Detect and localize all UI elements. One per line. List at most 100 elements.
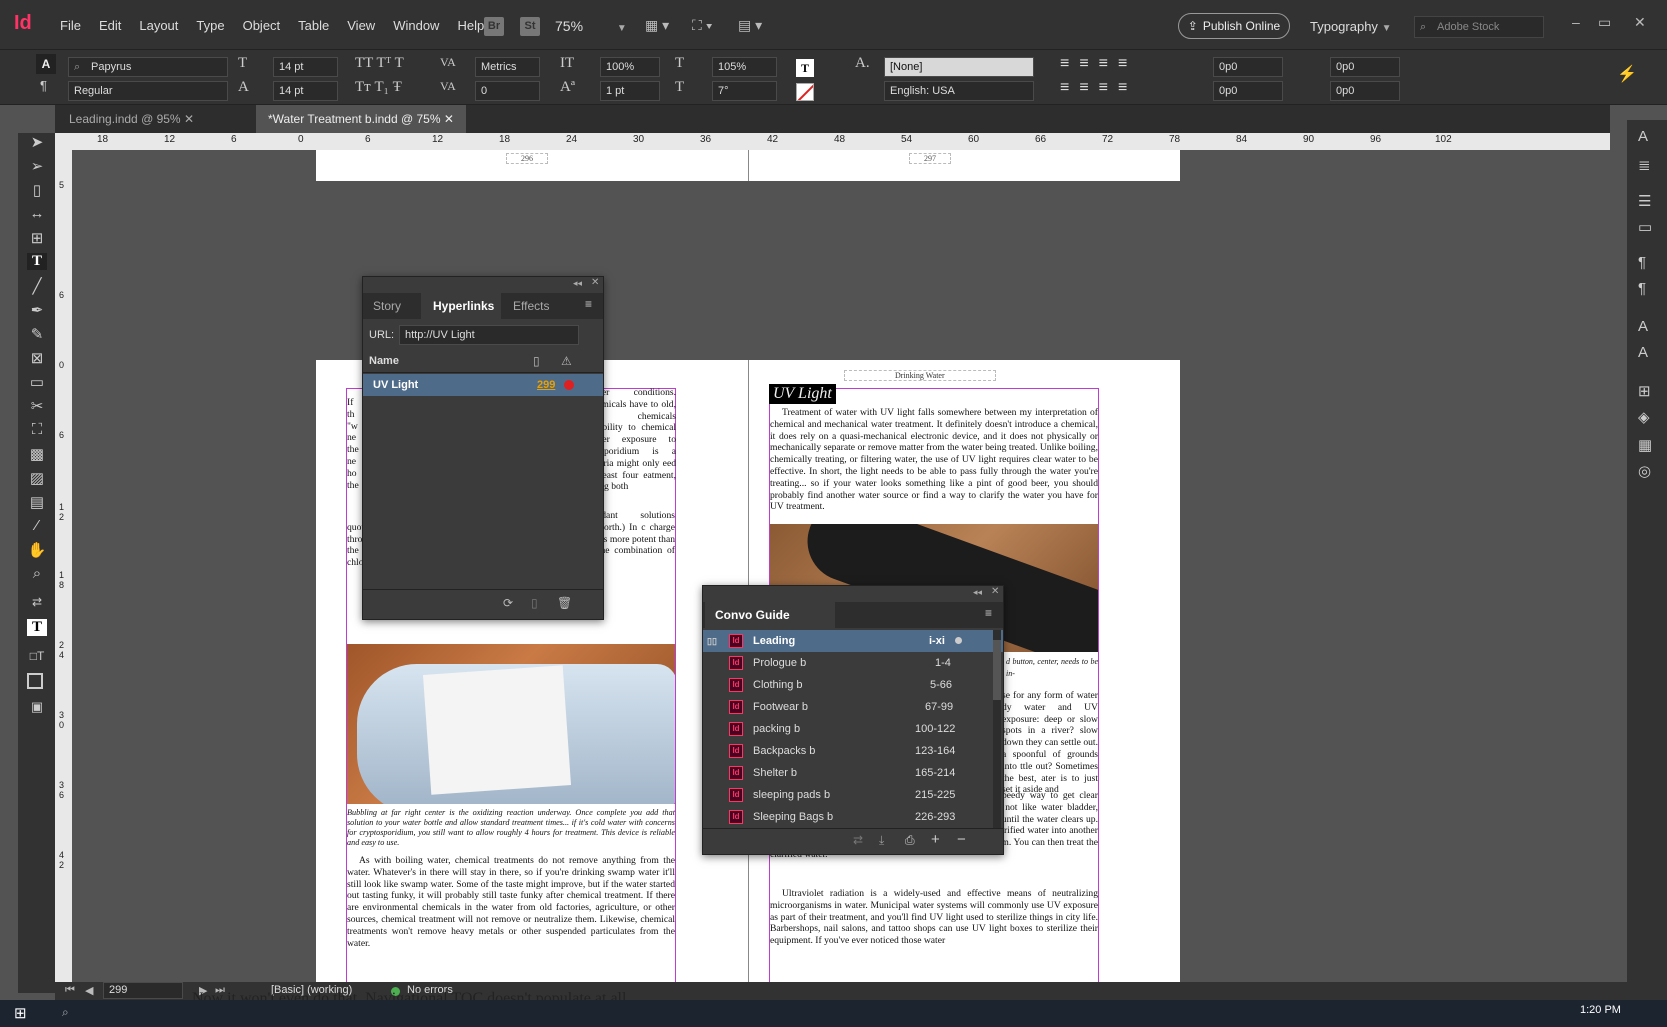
stock-search-input[interactable]: ⌕ Adobe Stock: [1414, 16, 1544, 38]
menu-window[interactable]: Window: [393, 18, 439, 33]
normal-mode-icon[interactable]: [27, 673, 43, 689]
menu-table[interactable]: Table: [298, 18, 329, 33]
book-doc-row[interactable]: Id Backpacks b 123-164: [703, 740, 1003, 762]
close-icon[interactable]: ✕: [591, 277, 599, 288]
book-doc-row[interactable]: Id packing b 100-122: [703, 718, 1003, 740]
publish-online-button[interactable]: ⇪ Publish Online: [1178, 13, 1290, 39]
menu-type[interactable]: Type: [196, 18, 224, 33]
vertical-scale-field[interactable]: 100%: [600, 57, 660, 77]
hyperlink-row[interactable]: UV Light 299: [363, 374, 603, 396]
arrange-documents-icon[interactable]: ▤ ▾: [738, 17, 762, 34]
book-doc-row[interactable]: Id Prologue b 1-4: [703, 652, 1003, 674]
all-caps-icon[interactable]: TT Tᵀ T: [355, 55, 404, 72]
selection-tool-icon[interactable]: ➤: [27, 133, 47, 151]
gap-tool-icon[interactable]: ↔: [27, 205, 47, 222]
scissors-tool-icon[interactable]: ✂: [27, 397, 47, 415]
story-icon[interactable]: ¶: [1638, 280, 1646, 297]
swatches-icon[interactable]: ▭: [1638, 218, 1652, 236]
close-icon[interactable]: ✕: [444, 112, 454, 126]
update-icon[interactable]: ⟳: [503, 596, 513, 610]
trash-icon[interactable]: 🗑: [557, 596, 572, 610]
note-tool-icon[interactable]: ▤: [27, 493, 47, 511]
horizontal-scale-field[interactable]: 105%: [712, 57, 777, 77]
type-tool-icon[interactable]: T: [27, 253, 47, 270]
add-document-icon[interactable]: +: [931, 831, 940, 848]
paragraph-controls-icon[interactable]: ¶: [40, 78, 47, 93]
book-scrollbar[interactable]: [993, 630, 1001, 828]
character-styles-icon[interactable]: A: [1638, 128, 1648, 145]
eyedropper-tool-icon[interactable]: ⁄: [27, 517, 47, 534]
uv-light-heading[interactable]: UV Light: [769, 384, 836, 404]
swap-fill-stroke-icon[interactable]: ⇄: [27, 595, 47, 609]
close-icon[interactable]: ✕: [991, 586, 999, 597]
tab-water-treatment[interactable]: *Water Treatment b.indd @ 75% ✕: [256, 105, 466, 133]
fill-swatch-icon[interactable]: T: [27, 619, 47, 636]
paragraph-icon[interactable]: ¶: [1638, 254, 1646, 271]
direct-selection-tool-icon[interactable]: ➢: [27, 157, 47, 175]
book-doc-row[interactable]: Id Clothing b 5-66: [703, 674, 1003, 696]
tracking-field[interactable]: 0: [475, 81, 540, 101]
minimize-button[interactable]: –: [1572, 14, 1580, 30]
tab-leading[interactable]: Leading.indd @ 95% ✕: [57, 105, 206, 133]
right-indent-field[interactable]: 0p0: [1330, 57, 1400, 77]
left-indent-field[interactable]: 0p0: [1213, 57, 1283, 77]
scroll-thumb[interactable]: [993, 640, 1001, 700]
panel-menu-icon[interactable]: ≡: [985, 606, 992, 620]
paragraph-styles-icon[interactable]: ≣: [1638, 156, 1651, 174]
book-doc-row[interactable]: ▯▯ Id Leading i-xi: [703, 630, 1003, 652]
leading-field[interactable]: 14 pt: [273, 81, 338, 101]
zoom-select[interactable]: 75% ▼: [555, 18, 627, 34]
column-name[interactable]: Name: [369, 355, 399, 367]
rectangle-tool-icon[interactable]: ▭: [27, 373, 47, 391]
stock-button[interactable]: St: [520, 17, 540, 36]
content-collector-icon[interactable]: ⊞: [27, 229, 47, 247]
windows-start-icon[interactable]: ⊞: [14, 1004, 27, 1022]
screen-mode-icon[interactable]: ▣: [27, 699, 47, 715]
font-size-field[interactable]: 14 pt: [273, 57, 338, 77]
remove-document-icon[interactable]: −: [957, 831, 966, 848]
language-field[interactable]: English: USA: [884, 81, 1034, 101]
screen-mode-icon[interactable]: ▦ ▾: [645, 17, 669, 34]
tab-story[interactable]: Story: [373, 293, 401, 319]
clock[interactable]: 1:20 PM: [1580, 1004, 1621, 1016]
character-icon[interactable]: A: [1638, 318, 1648, 335]
book-doc-row[interactable]: Id Shelter b 165-214: [703, 762, 1003, 784]
glyphs-icon[interactable]: A: [1638, 344, 1648, 361]
menu-edit[interactable]: Edit: [99, 18, 121, 33]
pencil-tool-icon[interactable]: ✎: [27, 325, 47, 343]
chemical-device-photo[interactable]: [347, 644, 675, 804]
font-style-field[interactable]: Regular: [68, 81, 228, 101]
page-number-field[interactable]: 299: [103, 982, 183, 999]
menu-layout[interactable]: Layout: [139, 18, 178, 33]
links-icon[interactable]: ▦: [1638, 436, 1652, 454]
baseline-shift-field[interactable]: 1 pt: [600, 81, 660, 101]
hand-tool-icon[interactable]: ✋: [27, 541, 47, 559]
document-canvas[interactable]: 296 297 water conditions. chemicals have…: [72, 150, 1610, 982]
menu-object[interactable]: Object: [243, 18, 281, 33]
character-controls-icon[interactable]: A: [36, 54, 56, 74]
stroke-none-swatch[interactable]: [796, 83, 814, 101]
align-buttons-top[interactable]: ≡≡≡≡: [1060, 55, 1137, 73]
close-icon[interactable]: ✕: [184, 112, 194, 126]
skew-field[interactable]: 7°: [712, 81, 777, 101]
menu-view[interactable]: View: [347, 18, 375, 33]
character-style-field[interactable]: [None]: [884, 57, 1034, 77]
book-doc-row[interactable]: Id Footwear b 67-99: [703, 696, 1003, 718]
view-options-icon[interactable]: ⛶ ▾: [692, 17, 713, 34]
book-icon[interactable]: ⊞: [1638, 382, 1651, 400]
book-doc-row[interactable]: Id Sleeping Bags b 226-293: [703, 806, 1003, 828]
align-buttons-bottom[interactable]: ≡≡≡≡: [1060, 79, 1137, 97]
first-line-indent-field[interactable]: 0p0: [1213, 81, 1283, 101]
rectangle-frame-tool-icon[interactable]: ⊠: [27, 349, 47, 367]
panel-menu-icon[interactable]: ≡: [585, 297, 592, 311]
page-tool-icon[interactable]: ▯: [27, 181, 47, 199]
print-book-icon[interactable]: ⎙: [905, 833, 915, 848]
line-tool-icon[interactable]: ╱: [27, 277, 47, 295]
sync-icon[interactable]: ⇄: [853, 833, 863, 847]
zoom-tool-icon[interactable]: ⌕: [27, 565, 47, 582]
free-transform-tool-icon[interactable]: ⛶: [27, 421, 47, 438]
hyperlink-page[interactable]: 299: [537, 374, 555, 396]
cc-libraries-icon[interactable]: ◎: [1638, 462, 1651, 480]
font-family-field[interactable]: ⌕ Papyrus: [68, 57, 228, 77]
maximize-button[interactable]: ▭: [1598, 14, 1611, 31]
